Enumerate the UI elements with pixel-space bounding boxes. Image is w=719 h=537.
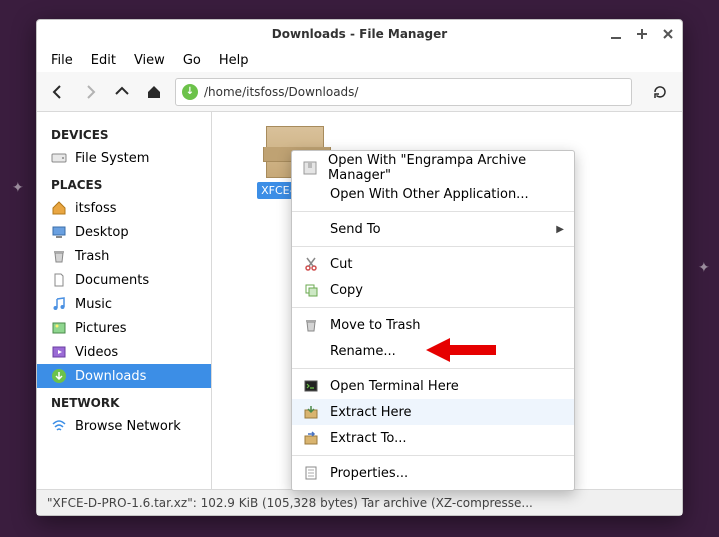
sidebar-heading-places: PLACES xyxy=(37,170,211,196)
ctx-rename[interactable]: Rename... xyxy=(292,338,574,364)
ctx-extract-here[interactable]: Extract Here xyxy=(292,399,574,425)
ctx-label: Open With Other Application... xyxy=(330,187,529,202)
sidebar-item-desktop[interactable]: Desktop xyxy=(37,220,211,244)
ctx-label: Rename... xyxy=(330,344,396,359)
sidebar-item-label: Browse Network xyxy=(75,419,181,434)
menubar: File Edit View Go Help xyxy=(37,48,682,72)
window-controls xyxy=(608,20,676,48)
copy-icon xyxy=(302,281,320,299)
sidebar-item-downloads[interactable]: Downloads xyxy=(37,364,211,388)
cut-icon xyxy=(302,255,320,273)
ctx-copy[interactable]: Copy xyxy=(292,277,574,303)
ctx-label: Extract To... xyxy=(330,431,407,446)
ctx-open-with-other[interactable]: Open With Other Application... xyxy=(292,181,574,207)
sidebar-item-label: Trash xyxy=(75,249,109,264)
sidebar-item-home[interactable]: itsfoss xyxy=(37,196,211,220)
ctx-cut[interactable]: Cut xyxy=(292,251,574,277)
music-icon xyxy=(51,296,67,312)
sidebar-item-pictures[interactable]: Pictures xyxy=(37,316,211,340)
ctx-label: Open With "Engrampa Archive Manager" xyxy=(328,153,564,183)
location-bar[interactable]: /home/itsfoss/Downloads/ xyxy=(175,78,632,106)
sidebar-item-label: Downloads xyxy=(75,369,146,384)
extract-here-icon xyxy=(302,403,320,421)
ctx-label: Copy xyxy=(330,283,363,298)
trash-icon xyxy=(302,316,320,334)
sidebar-item-music[interactable]: Music xyxy=(37,292,211,316)
sidebar-item-filesystem[interactable]: File System xyxy=(37,146,211,170)
toolbar: /home/itsfoss/Downloads/ xyxy=(37,72,682,112)
wifi-icon xyxy=(51,418,67,434)
ctx-label: Open Terminal Here xyxy=(330,379,459,394)
up-button[interactable] xyxy=(111,81,133,103)
minimize-button[interactable] xyxy=(608,26,624,42)
sidebar: DEVICES File System PLACES itsfoss Deskt… xyxy=(37,112,212,489)
sidebar-item-documents[interactable]: Documents xyxy=(37,268,211,292)
archive-app-icon xyxy=(302,159,318,177)
ctx-move-to-trash[interactable]: Move to Trash xyxy=(292,312,574,338)
ctx-separator xyxy=(292,246,574,247)
trash-icon xyxy=(51,248,67,264)
ctx-separator xyxy=(292,368,574,369)
desktop-star: ✦ xyxy=(12,180,24,196)
close-button[interactable] xyxy=(660,26,676,42)
sidebar-item-label: Pictures xyxy=(75,321,126,336)
ctx-open-terminal[interactable]: Open Terminal Here xyxy=(292,373,574,399)
back-button[interactable] xyxy=(47,81,69,103)
pictures-icon xyxy=(51,320,67,336)
home-button[interactable] xyxy=(143,81,165,103)
desktop-icon xyxy=(51,224,67,240)
menu-edit[interactable]: Edit xyxy=(83,50,124,71)
terminal-icon xyxy=(302,377,320,395)
location-text: /home/itsfoss/Downloads/ xyxy=(204,85,358,99)
ctx-open-with-engrampa[interactable]: Open With "Engrampa Archive Manager" xyxy=(292,155,574,181)
sidebar-item-label: itsfoss xyxy=(75,201,117,216)
sidebar-item-label: Music xyxy=(75,297,112,312)
ctx-separator xyxy=(292,307,574,308)
ctx-send-to[interactable]: Send To xyxy=(292,216,574,242)
ctx-extract-to[interactable]: Extract To... xyxy=(292,425,574,451)
window-title: Downloads - File Manager xyxy=(272,27,447,41)
ctx-separator xyxy=(292,211,574,212)
statusbar: "XFCE-D-PRO-1.6.tar.xz": 102.9 KiB (105,… xyxy=(37,489,682,515)
documents-icon xyxy=(51,272,67,288)
sidebar-item-trash[interactable]: Trash xyxy=(37,244,211,268)
context-menu: Open With "Engrampa Archive Manager" Ope… xyxy=(291,150,575,491)
ctx-label: Extract Here xyxy=(330,405,412,420)
titlebar[interactable]: Downloads - File Manager xyxy=(37,20,682,48)
drive-icon xyxy=(51,150,67,166)
home-icon xyxy=(51,200,67,216)
downloads-icon xyxy=(51,368,67,384)
ctx-label: Cut xyxy=(330,257,352,272)
videos-icon xyxy=(51,344,67,360)
menu-file[interactable]: File xyxy=(43,50,81,71)
download-path-icon xyxy=(182,84,198,100)
sidebar-item-videos[interactable]: Videos xyxy=(37,340,211,364)
sidebar-heading-devices: DEVICES xyxy=(37,120,211,146)
sidebar-item-browse-network[interactable]: Browse Network xyxy=(37,414,211,438)
menu-help[interactable]: Help xyxy=(211,50,257,71)
menu-view[interactable]: View xyxy=(126,50,173,71)
sidebar-heading-network: NETWORK xyxy=(37,388,211,414)
sidebar-item-label: Videos xyxy=(75,345,118,360)
ctx-label: Send To xyxy=(330,222,381,237)
sidebar-item-label: File System xyxy=(75,151,149,166)
properties-icon xyxy=(302,464,320,482)
status-text: "XFCE-D-PRO-1.6.tar.xz": 102.9 KiB (105,… xyxy=(47,496,533,510)
sidebar-item-label: Desktop xyxy=(75,225,129,240)
extract-to-icon xyxy=(302,429,320,447)
reload-button[interactable] xyxy=(648,80,672,104)
desktop-star: ✦ xyxy=(698,260,710,276)
sidebar-item-label: Documents xyxy=(75,273,149,288)
ctx-label: Properties... xyxy=(330,466,408,481)
maximize-button[interactable] xyxy=(634,26,650,42)
ctx-label: Move to Trash xyxy=(330,318,421,333)
forward-button[interactable] xyxy=(79,81,101,103)
ctx-properties[interactable]: Properties... xyxy=(292,460,574,486)
menu-go[interactable]: Go xyxy=(175,50,209,71)
ctx-separator xyxy=(292,455,574,456)
